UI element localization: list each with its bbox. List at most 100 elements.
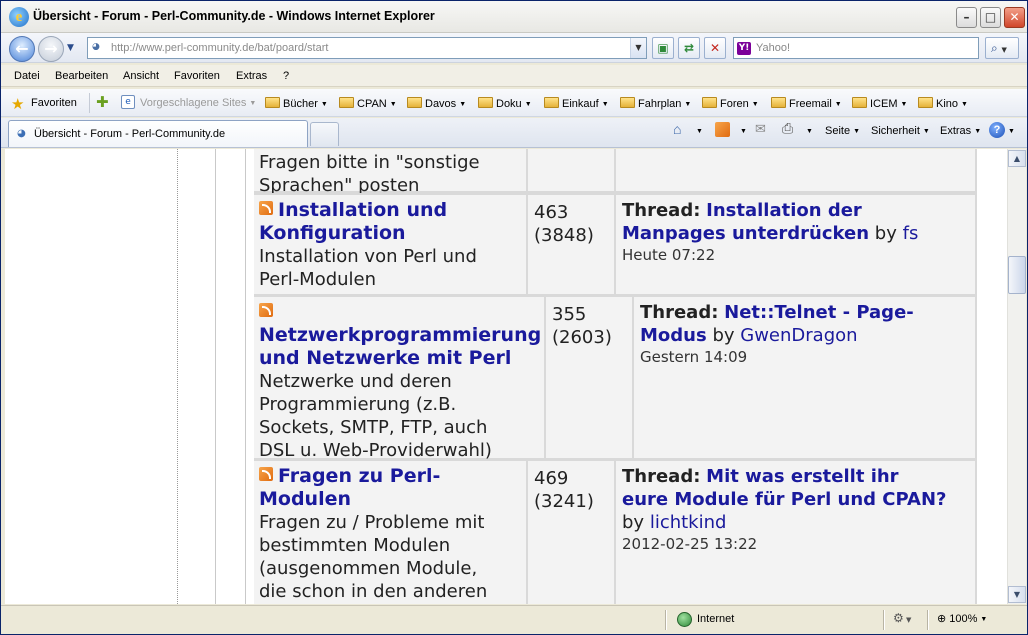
- chevron-down-icon: ▼: [751, 101, 759, 108]
- menu-favorites[interactable]: Favoriten: [174, 70, 220, 82]
- suggested-sites-button[interactable]: Vorgeschlagene Sites ▼: [140, 97, 256, 109]
- search-placeholder[interactable]: Yahoo!: [756, 42, 790, 54]
- status-bar: [1, 605, 1027, 634]
- fav-folder-doku[interactable]: Doku ▼: [478, 97, 532, 110]
- menu-tools[interactable]: Extras: [236, 70, 267, 82]
- folder-icon: [620, 97, 635, 108]
- chevron-down-icon[interactable]: ▼: [740, 128, 747, 135]
- new-tab-button[interactable]: [310, 122, 339, 146]
- thread-link[interactable]: Net::Telnet - Page-: [724, 302, 914, 323]
- forum-title-link[interactable]: Netzwerkprogrammierung: [259, 324, 541, 346]
- title-bar: e Übersicht - Forum - Perl-Community.de …: [1, 1, 1027, 33]
- forum-row: Fragen zu Perl- Modulen Fragen zu / Prob…: [254, 459, 977, 604]
- tools-menu[interactable]: Extras ▼: [940, 125, 981, 137]
- address-dropdown-icon[interactable]: ▼: [630, 38, 646, 58]
- folder-icon: [702, 97, 717, 108]
- search-field[interactable]: Y! Yahoo!: [733, 37, 979, 59]
- fav-folder-freemail[interactable]: Freemail ▼: [771, 97, 842, 110]
- chevron-down-icon: ▼: [684, 101, 692, 108]
- add-favorite-icon[interactable]: ✚: [96, 93, 109, 111]
- minimize-button[interactable]: –: [956, 7, 977, 28]
- thread-link[interactable]: Mit was erstellt ihr: [706, 466, 898, 487]
- help-icon[interactable]: ?: [989, 122, 1005, 138]
- thread-link[interactable]: eure Module für Perl und CPAN?: [622, 489, 946, 510]
- fav-folder-label: Kino: [936, 98, 959, 110]
- history-dropdown-icon[interactable]: ▼: [67, 43, 74, 53]
- fav-folder-kino[interactable]: Kino ▼: [918, 97, 968, 110]
- maximize-button[interactable]: □: [980, 7, 1001, 28]
- user-link[interactable]: GwenDragon: [740, 325, 857, 346]
- chevron-down-icon[interactable]: ▼: [806, 128, 813, 135]
- rss-feed-icon[interactable]: [259, 201, 273, 215]
- refresh-icon[interactable]: ⇄: [678, 37, 700, 59]
- protected-mode-icon[interactable]: ⚙ ▼: [893, 611, 911, 625]
- address-field[interactable]: ◕ http://www.perl-community.de/bat/poard…: [87, 37, 647, 59]
- search-button[interactable]: ⌕ ▼: [985, 37, 1019, 59]
- site-icon: ◕: [17, 128, 26, 139]
- thread-link[interactable]: Manpages unterdrücken: [622, 223, 869, 244]
- chevron-down-icon[interactable]: ▼: [1008, 128, 1015, 135]
- menu-help[interactable]: ?: [283, 70, 289, 82]
- fav-folder-label: Bücher: [283, 98, 318, 110]
- rss-feed-icon[interactable]: [259, 303, 273, 317]
- fav-folder-cpan[interactable]: CPAN ▼: [339, 97, 397, 110]
- forum-description-line: (ausgenommen Module,: [259, 558, 478, 579]
- thread-link[interactable]: Modus: [640, 325, 707, 346]
- tab-active[interactable]: ◕ Übersicht - Forum - Perl-Community.de: [8, 120, 308, 147]
- page-menu-label: Seite: [825, 125, 851, 137]
- forum-title-link[interactable]: Modulen: [259, 488, 351, 510]
- thread-link[interactable]: Installation der: [706, 200, 862, 221]
- forum-description-line: bestimmten Modulen: [259, 535, 451, 556]
- forum-title-link[interactable]: Konfiguration: [259, 222, 406, 244]
- by-label: by: [874, 223, 897, 244]
- stop-icon[interactable]: ✕: [704, 37, 726, 59]
- post-count: (3848): [534, 225, 594, 246]
- chevron-down-icon: ▼: [389, 101, 397, 108]
- fav-folder-foren[interactable]: Foren ▼: [702, 97, 759, 110]
- forum-title-link[interactable]: Installation und: [278, 199, 447, 221]
- folder-icon: [852, 97, 867, 108]
- page-menu[interactable]: Seite ▼: [825, 125, 860, 137]
- forum-description-line: die schon in den anderen: [259, 581, 488, 602]
- fav-folder-label: CPAN: [357, 98, 387, 110]
- favorites-star-icon[interactable]: ★: [11, 95, 24, 113]
- fav-folder-fahrplan[interactable]: Fahrplan ▼: [620, 97, 691, 110]
- topic-count: 469: [534, 468, 569, 489]
- user-link[interactable]: fs: [903, 223, 919, 244]
- chevron-down-icon[interactable]: ▼: [696, 128, 703, 135]
- close-button[interactable]: ✕: [1004, 7, 1025, 28]
- post-date: Gestern 14:09: [640, 348, 748, 366]
- fav-folder-einkauf[interactable]: Einkauf ▼: [544, 97, 609, 110]
- back-button[interactable]: ←: [9, 36, 35, 62]
- fav-folder-label: ICEM: [870, 98, 898, 110]
- folder-icon: [265, 97, 280, 108]
- feeds-icon[interactable]: [715, 122, 730, 137]
- scroll-up-icon[interactable]: ▲: [1008, 150, 1026, 167]
- forum-title-link[interactable]: und Netzwerke mit Perl: [259, 347, 511, 369]
- forward-button[interactable]: →: [38, 36, 64, 62]
- divider: [665, 610, 667, 630]
- rss-feed-icon[interactable]: [259, 467, 273, 481]
- menu-file[interactable]: Datei: [14, 70, 40, 82]
- scroll-down-icon[interactable]: ▼: [1008, 586, 1026, 603]
- favorites-button[interactable]: Favoriten: [31, 97, 77, 109]
- vertical-scrollbar[interactable]: ▲ ▼: [1007, 149, 1026, 604]
- thread-label: Thread:: [640, 302, 719, 323]
- mail-icon[interactable]: ✉: [755, 121, 766, 137]
- home-icon[interactable]: ⌂: [673, 121, 681, 137]
- fav-folder-buecher[interactable]: Bücher ▼: [265, 97, 328, 110]
- forum-title-link[interactable]: Fragen zu Perl-: [278, 465, 440, 487]
- folder-icon: [544, 97, 559, 108]
- safety-menu[interactable]: Sicherheit ▼: [871, 125, 930, 137]
- print-icon[interactable]: ⎙: [782, 120, 793, 137]
- user-link[interactable]: lichtkind: [650, 512, 727, 533]
- scrollbar-thumb[interactable]: [1008, 256, 1026, 294]
- address-url[interactable]: http://www.perl-community.de/bat/poard/s…: [111, 42, 328, 54]
- fav-folder-icem[interactable]: ICEM ▼: [852, 97, 907, 110]
- zoom-control[interactable]: ⊕ 100% ▼: [937, 612, 987, 625]
- menu-edit[interactable]: Bearbeiten: [55, 70, 108, 82]
- forum-description-line: Installation von Perl und: [259, 246, 477, 267]
- compatibility-view-icon[interactable]: ▣: [652, 37, 674, 59]
- menu-view[interactable]: Ansicht: [123, 70, 159, 82]
- fav-folder-davos[interactable]: Davos ▼: [407, 97, 466, 110]
